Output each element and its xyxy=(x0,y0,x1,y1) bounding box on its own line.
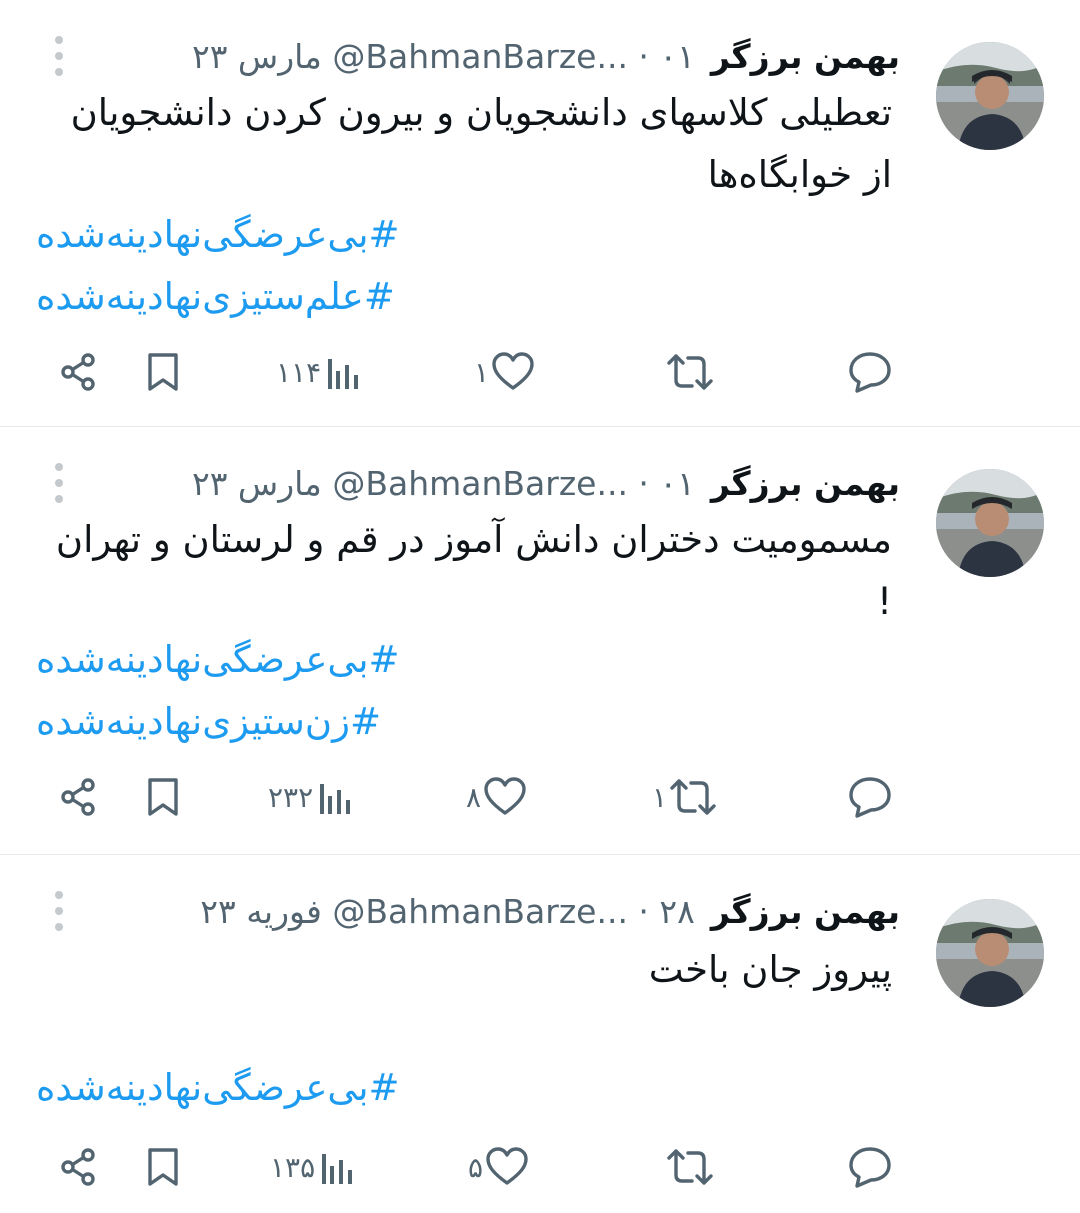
hashtag-list: #بی‌عرضگی‌نهادینه‌شده xyxy=(36,1057,412,1119)
share-button[interactable] xyxy=(58,767,100,827)
author-name[interactable]: بهمن برزگر xyxy=(711,892,900,931)
avatar[interactable] xyxy=(936,42,1044,150)
bookmark-button[interactable] xyxy=(146,342,180,402)
more-vertical-icon[interactable] xyxy=(52,36,66,76)
bookmark-icon xyxy=(148,353,178,391)
tweet-text: تعطیلی کلاسهای دانشجویان و بیرون کردن دا… xyxy=(70,91,892,196)
bookmark-button[interactable] xyxy=(146,1137,180,1197)
like-count: ۸ xyxy=(466,780,482,814)
share-icon xyxy=(61,353,95,391)
heart-icon xyxy=(484,777,526,815)
action-bar: ۱۳۵ ۵ xyxy=(0,1137,1080,1197)
retweet-icon xyxy=(667,1149,713,1185)
action-bar: ۲۳۲ ۸ ۱ xyxy=(0,767,1080,827)
views-count: ۲۳۲ xyxy=(268,780,314,814)
reply-icon xyxy=(849,1147,891,1188)
like-count: ۵ xyxy=(468,1150,484,1184)
bookmark-button[interactable] xyxy=(146,767,180,827)
hashtag-link[interactable]: #بی‌عرضگی‌نهادینه‌شده xyxy=(36,1057,412,1119)
avatar[interactable] xyxy=(936,469,1044,577)
author-name[interactable]: بهمن برزگر xyxy=(711,37,900,76)
heart-icon xyxy=(492,352,534,390)
share-icon xyxy=(61,1148,95,1186)
share-button[interactable] xyxy=(58,342,100,402)
views-chart-icon xyxy=(322,1154,353,1184)
retweet-icon xyxy=(670,779,716,815)
tweet-card[interactable]: بهمن برزگر ‎@BahmanBarze... · ۰۱ مارس ۲۳… xyxy=(0,426,1080,854)
reply-icon xyxy=(849,777,891,818)
views-count: ۱۳۵ xyxy=(270,1150,316,1184)
reply-button[interactable] xyxy=(848,767,892,827)
views-button[interactable]: ۱۱۴ xyxy=(276,342,359,402)
share-icon xyxy=(61,778,95,816)
tweet-header: بهمن برزگر ‎@BahmanBarze... · ۰۱ مارس ۲۳ xyxy=(40,461,900,505)
tweet-text: پیروز جان باخت xyxy=(648,948,892,991)
hashtag-list: #بی‌عرضگی‌نهادینه‌شده #زن‌ستیزی‌نهادینه‌… xyxy=(36,629,412,753)
hashtag-link[interactable]: #علم‌ستیزی‌نهادینه‌شده xyxy=(36,266,412,328)
tweet-card[interactable]: بهمن برزگر ‎@BahmanBarze... · ۰۱ مارس ۲۳… xyxy=(0,0,1080,426)
views-chart-icon xyxy=(328,359,359,389)
like-button[interactable]: ۵ xyxy=(468,1137,529,1197)
more-vertical-icon[interactable] xyxy=(52,463,66,503)
views-chart-icon xyxy=(320,784,351,814)
tweet-text: مسمومیت دختران دانش آموز در قم و لرستان … xyxy=(55,518,892,623)
share-button[interactable] xyxy=(58,1137,100,1197)
retweet-button[interactable] xyxy=(666,1137,714,1197)
reply-button[interactable] xyxy=(848,342,892,402)
tweet-header: بهمن برزگر ‎@BahmanBarze... · ۰۱ مارس ۲۳ xyxy=(40,34,900,78)
retweet-count: ۱ xyxy=(652,780,668,814)
like-button[interactable]: ۱ xyxy=(474,342,535,402)
reply-icon xyxy=(849,352,891,393)
action-bar: ۱۱۴ ۱ xyxy=(0,342,1080,402)
hashtag-link[interactable]: #زن‌ستیزی‌نهادینه‌شده xyxy=(36,691,412,753)
more-vertical-icon[interactable] xyxy=(52,891,66,931)
avatar[interactable] xyxy=(936,899,1044,1007)
bookmark-icon xyxy=(148,1148,178,1186)
handle-and-date[interactable]: ‎@BahmanBarze... · ۲۸ فوریه ۲۳ xyxy=(200,892,695,931)
hashtag-link[interactable]: #بی‌عرضگی‌نهادینه‌شده xyxy=(36,629,412,691)
like-button[interactable]: ۸ xyxy=(466,767,527,827)
views-button[interactable]: ۱۳۵ xyxy=(270,1137,353,1197)
heart-icon xyxy=(486,1147,528,1185)
hashtag-link[interactable]: #بی‌عرضگی‌نهادینه‌شده xyxy=(36,204,412,266)
reply-button[interactable] xyxy=(848,1137,892,1197)
tweet-card[interactable]: بهمن برزگر ‎@BahmanBarze... · ۲۸ فوریه ۲… xyxy=(0,854,1080,1211)
tweet-header: بهمن برزگر ‎@BahmanBarze... · ۲۸ فوریه ۲… xyxy=(40,889,900,933)
retweet-icon xyxy=(667,354,713,390)
retweet-button[interactable]: ۱ xyxy=(652,767,717,827)
like-count: ۱ xyxy=(474,355,490,389)
hashtag-list: #بی‌عرضگی‌نهادینه‌شده #علم‌ستیزی‌نهادینه… xyxy=(36,204,412,328)
author-name[interactable]: بهمن برزگر xyxy=(711,464,900,503)
handle-and-date[interactable]: ‎@BahmanBarze... · ۰۱ مارس ۲۳ xyxy=(192,464,695,503)
handle-and-date[interactable]: ‎@BahmanBarze... · ۰۱ مارس ۲۳ xyxy=(192,37,695,76)
retweet-button[interactable] xyxy=(666,342,714,402)
views-count: ۱۱۴ xyxy=(276,355,322,389)
bookmark-icon xyxy=(148,778,178,816)
views-button[interactable]: ۲۳۲ xyxy=(268,767,351,827)
